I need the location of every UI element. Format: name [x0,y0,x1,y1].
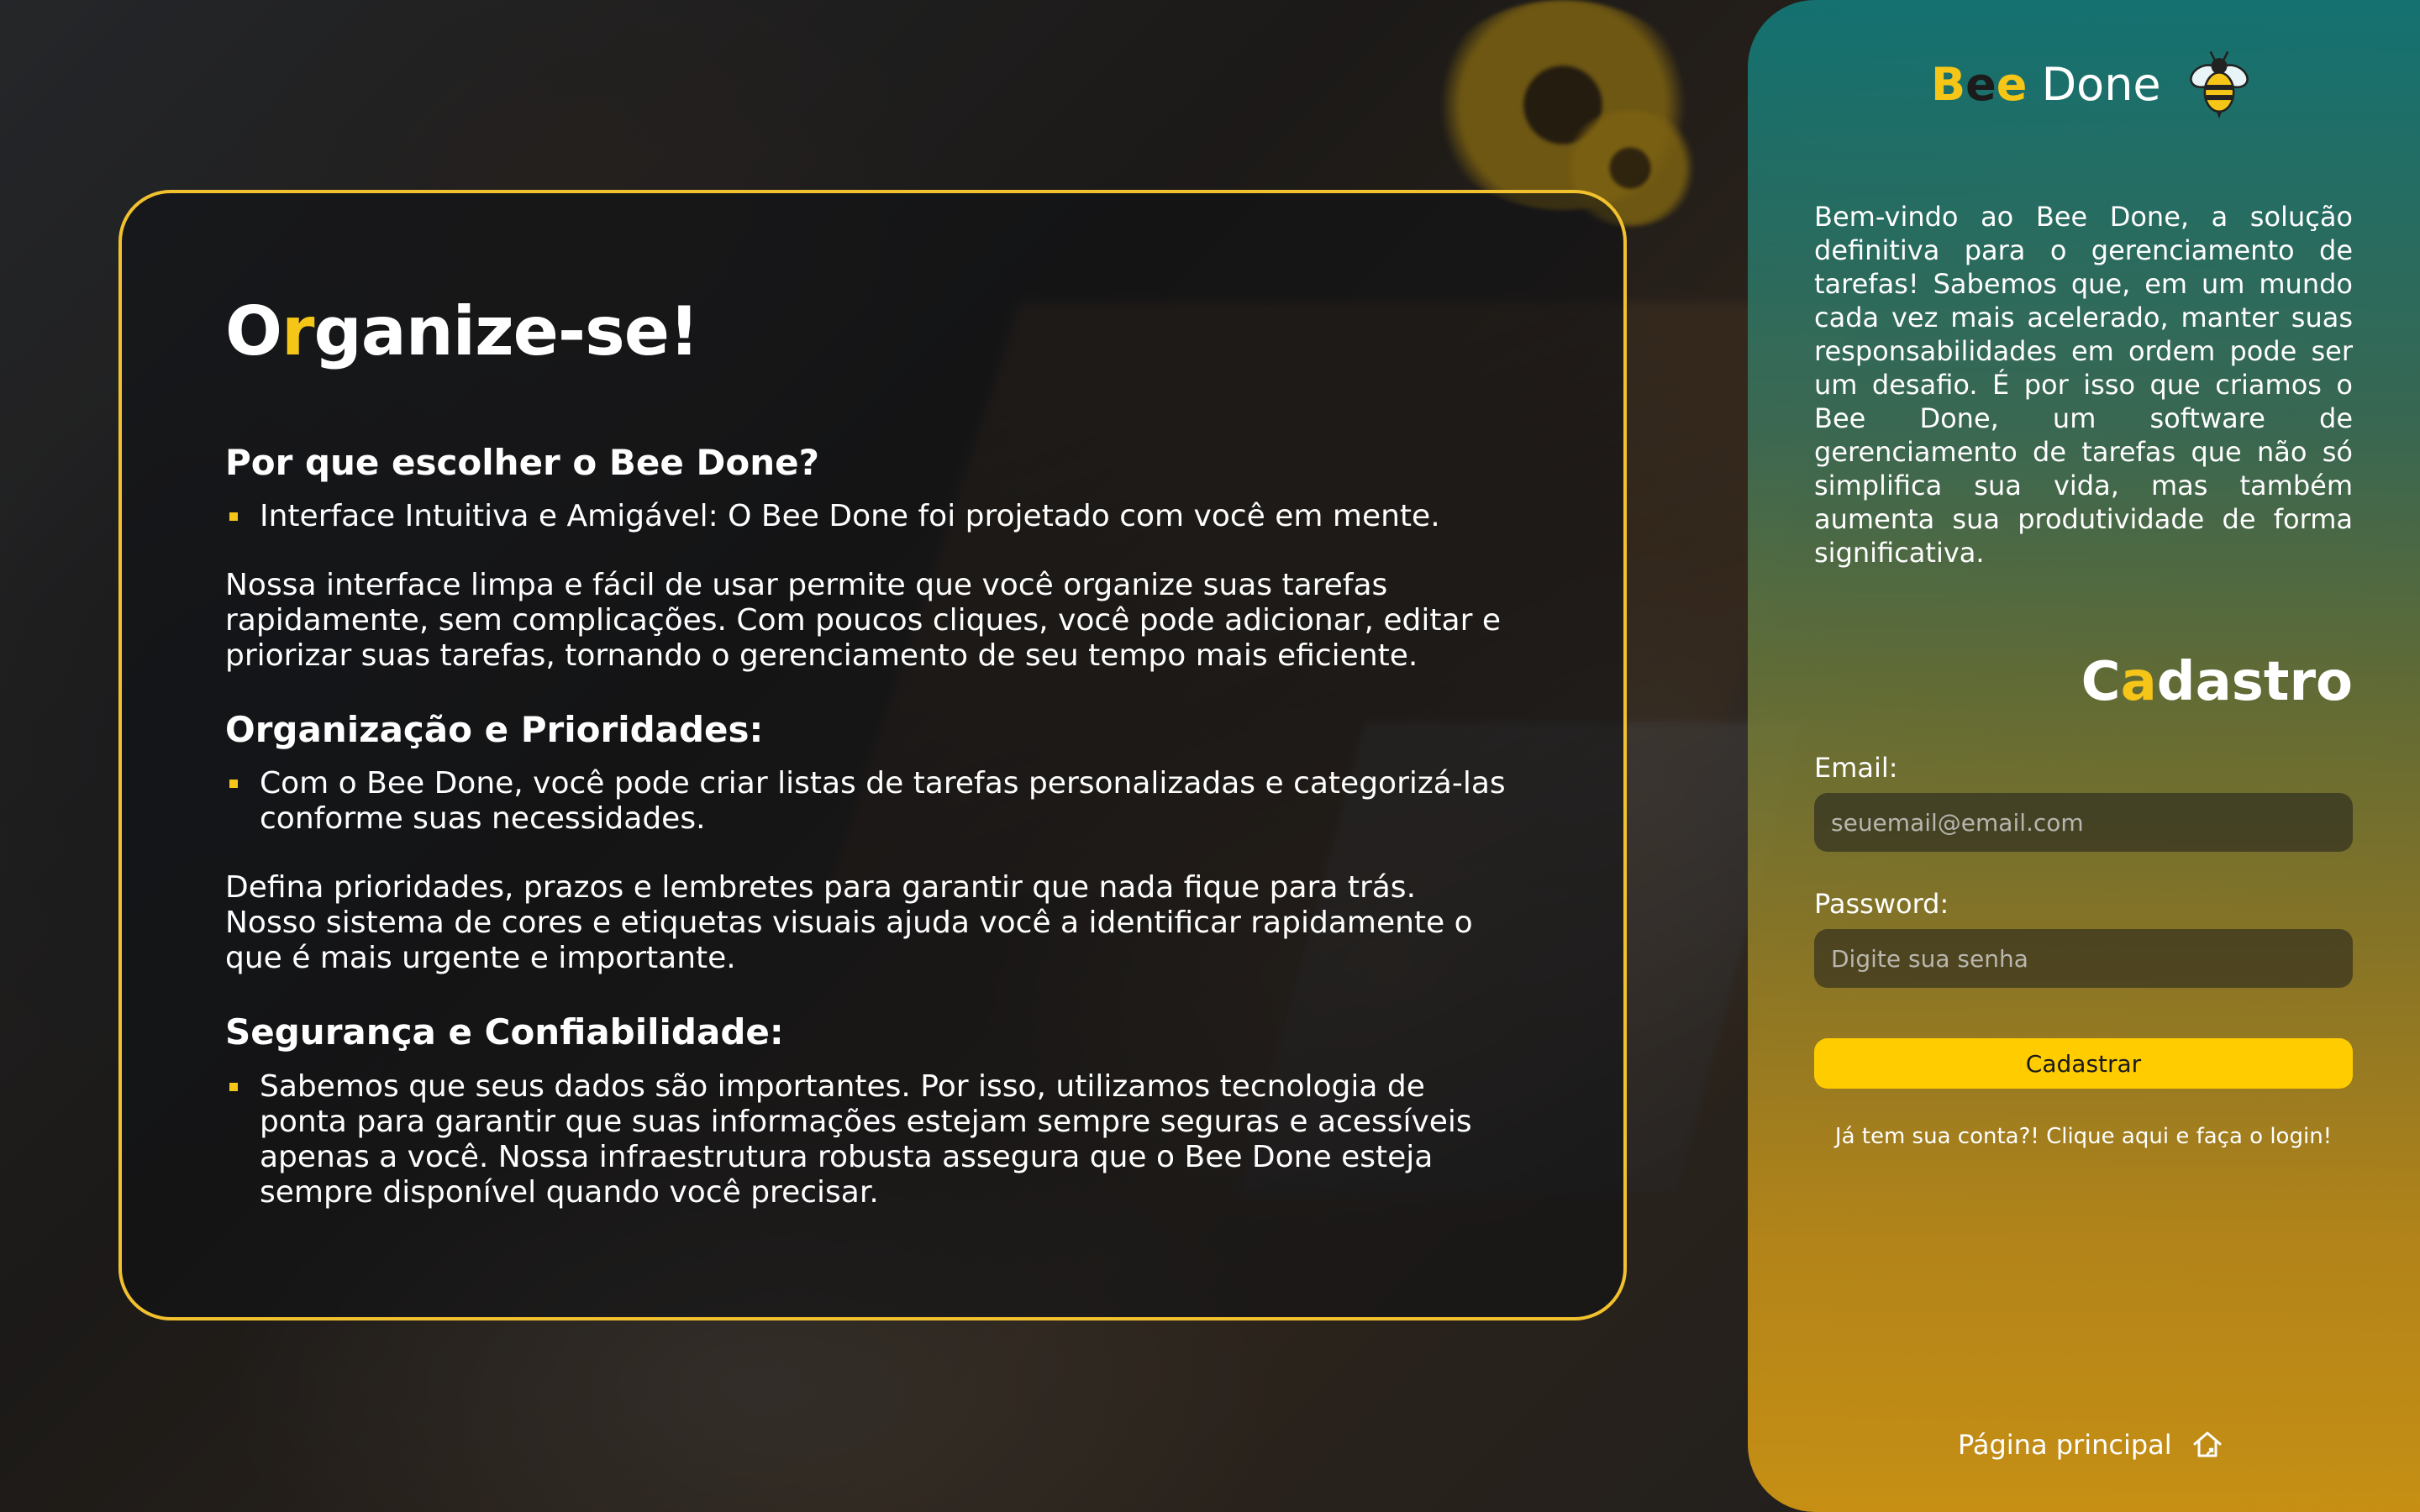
section-title-why: Por que escolher o Bee Done? [225,442,819,483]
register-title-accent: a [2120,651,2157,713]
section-title-security: Segurança e Confiabilidade: [225,1011,784,1053]
brand-name-rest: Done [2027,58,2161,111]
hero-title-rest: ganize-se! [313,292,699,370]
email-label: Email: [1814,752,1898,784]
bullet-square-icon [229,780,238,789]
bullet-text: Sabemos que seus dados são importantes. … [260,1068,1472,1210]
register-title: Cadastro [2081,655,2353,709]
bullet-square-icon [229,512,238,522]
register-title-c: C [2081,651,2121,713]
info-card: Organize-se! Por que escolher o Bee Done… [118,190,1627,1320]
register-title-rest: dastro [2156,651,2353,713]
hero-title-accent: r [281,292,314,370]
register-panel: Bee Done Bem-vindo ao Bee Done, a soluçã… [1748,0,2420,1512]
register-button[interactable]: Cadastrar [1814,1038,2353,1089]
password-label: Password: [1814,888,1949,920]
bee-icon [2189,50,2249,119]
paragraph-interface: Nossa interface limpa e fácil de usar pe… [225,568,1501,674]
bullet-organization: Com o Bee Done, você pode criar listas d… [225,766,1514,837]
email-field[interactable] [1814,793,2353,852]
brand-name: Bee Done [1931,62,2161,108]
home-link[interactable]: Página principal [1958,1428,2224,1462]
intro-text: Bem-vindo ao Bee Done, a solução definit… [1814,201,2353,569]
page: Organize-se! Por que escolher o Bee Done… [0,0,2420,1512]
bullet-security: Sabemos que seus dados são importantes. … [225,1069,1514,1210]
home-label: Página principal [1958,1429,2172,1461]
hero-title: Organize-se! [225,298,1514,365]
bullet-text: Interface Intuitiva e Amigável: O Bee Do… [260,499,1440,534]
brand-logo: Bee Done [1931,49,2255,121]
brand-letter-e2: e [1996,58,2028,111]
hero-title-o: O [225,292,282,370]
paragraph-organization: Defina prioridades, prazos e lembretes p… [225,870,1473,976]
bullet-text: Com o Bee Done, você pode criar listas d… [260,766,1506,837]
bullet-interface: Interface Intuitiva e Amigável: O Bee Do… [225,499,1514,534]
brand-letter-e1: e [1965,58,1996,111]
home-icon [2193,1431,2222,1457]
bullet-square-icon [229,1082,238,1091]
password-field[interactable] [1814,929,2353,988]
section-title-organization: Organização e Prioridades: [225,709,764,751]
brand-letter-b: B [1931,58,1966,111]
login-link[interactable]: Já tem sua conta?! Clique aqui e faça o … [1814,1124,2353,1149]
